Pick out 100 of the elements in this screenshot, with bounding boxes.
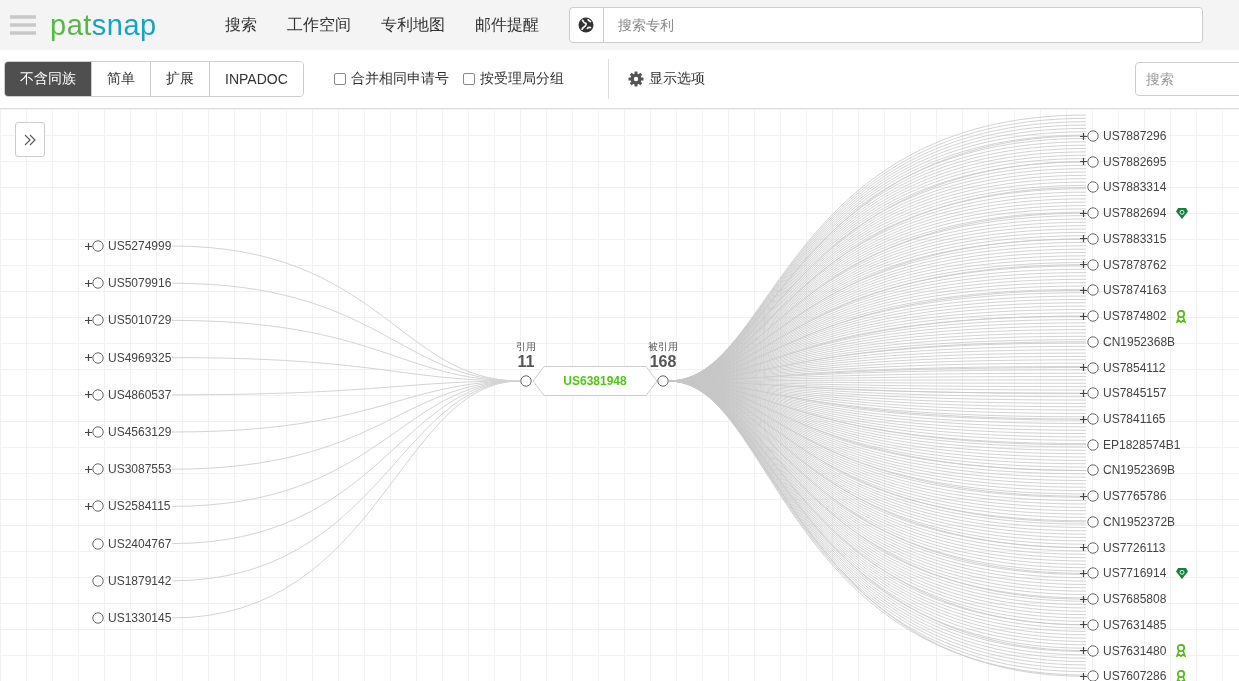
patent-number[interactable]: US7854112 (1103, 360, 1166, 375)
node-circle-icon[interactable] (1087, 387, 1099, 400)
patent-number[interactable]: US7685808 (1103, 592, 1167, 607)
expand-icon[interactable] (1080, 595, 1087, 603)
expand-icon[interactable] (1080, 621, 1087, 629)
patent-number[interactable]: US1330145 (108, 611, 172, 625)
node-circle-icon[interactable] (92, 388, 104, 401)
node-circle-icon[interactable] (92, 537, 104, 550)
patent-number[interactable]: US4563129 (108, 425, 172, 439)
node-circle-icon[interactable] (1087, 515, 1099, 528)
patent-number[interactable]: US2584115 (108, 499, 171, 514)
nav-link[interactable]: 搜索 (224, 14, 257, 36)
node-circle-icon[interactable] (92, 240, 104, 252)
patent-number[interactable]: US7874802 (1103, 309, 1167, 324)
node-circle-icon[interactable] (1087, 413, 1099, 425)
expand-icon[interactable] (1080, 132, 1087, 140)
patent-number[interactable]: CN1952368B (1103, 334, 1176, 349)
node-circle-icon[interactable] (92, 463, 104, 476)
node-circle-icon[interactable] (1087, 438, 1099, 451)
patent-number[interactable]: US7874163 (1103, 283, 1167, 298)
patent-number[interactable]: US1879142 (108, 573, 172, 588)
view-mode-tab[interactable]: INPADOC (209, 62, 303, 96)
expand-icon[interactable] (1080, 672, 1087, 680)
patent-number[interactable]: US7726113 (1103, 540, 1166, 555)
patent-number[interactable]: US4860537 (108, 387, 172, 402)
patent-number[interactable]: US5010729 (108, 313, 172, 328)
patent-number[interactable]: US7845157 (1103, 386, 1167, 401)
expand-icon[interactable] (1080, 389, 1087, 397)
patent-number[interactable]: US7883315 (1103, 231, 1167, 246)
node-circle-icon[interactable] (92, 574, 104, 587)
node-circle-icon[interactable] (1087, 618, 1099, 631)
node-circle-icon[interactable] (1087, 130, 1099, 142)
patent-number[interactable]: US5079916 (108, 276, 172, 291)
expand-icon[interactable] (1080, 286, 1087, 294)
expand-icon[interactable] (1080, 492, 1087, 500)
expand-icon[interactable] (1080, 209, 1087, 217)
display-options-button[interactable]: 显示选项 (627, 70, 705, 88)
expand-icon[interactable] (1080, 544, 1087, 552)
patent-number[interactable]: US7607286 (1103, 669, 1167, 681)
patent-number[interactable]: CN1952369B (1103, 463, 1176, 478)
node-circle-icon[interactable] (1087, 310, 1099, 323)
expand-icon[interactable] (85, 242, 92, 250)
graph-search-field[interactable]: 搜索 (1135, 62, 1239, 96)
node-circle-icon[interactable] (1087, 232, 1099, 245)
expand-icon[interactable] (1080, 235, 1087, 243)
globe-icon[interactable] (578, 17, 595, 33)
node-circle-icon[interactable] (1087, 644, 1099, 657)
patent-number[interactable]: US2404767 (108, 536, 172, 551)
expand-icon[interactable] (85, 391, 92, 399)
node-circle-icon[interactable] (1087, 593, 1099, 606)
node-circle-icon[interactable] (1087, 258, 1099, 271)
patent-number[interactable]: US3087553 (108, 462, 172, 477)
node-circle-icon[interactable] (520, 375, 532, 387)
patent-number[interactable]: US7631480 (1103, 643, 1167, 658)
expand-icon[interactable] (85, 465, 92, 473)
node-circle-icon[interactable] (1087, 207, 1099, 220)
node-circle-icon[interactable] (92, 351, 104, 364)
patent-number[interactable]: US7887296 (1103, 129, 1167, 143)
patent-number[interactable]: US7878762 (1103, 257, 1167, 272)
patent-number[interactable]: US7882695 (1103, 154, 1167, 169)
nav-link[interactable]: 专利地图 (380, 14, 445, 36)
nav-link[interactable]: 工作空间 (286, 14, 351, 36)
node-circle-icon[interactable] (1087, 361, 1099, 374)
node-circle-icon[interactable] (1087, 464, 1099, 477)
patent-number[interactable]: US7765786 (1103, 489, 1167, 504)
node-circle-icon[interactable] (92, 314, 104, 327)
patent-number[interactable]: EP1828574B1 (1103, 437, 1181, 452)
node-circle-icon[interactable] (1087, 155, 1099, 168)
node-circle-icon[interactable] (92, 426, 104, 438)
patent-number[interactable]: US4969325 (108, 350, 172, 365)
node-circle-icon[interactable] (1087, 541, 1099, 554)
patent-number[interactable]: US7882694 (1103, 206, 1167, 221)
node-circle-icon[interactable] (1087, 490, 1099, 503)
view-mode-tab[interactable]: 不含同族 (5, 62, 91, 96)
expand-icon[interactable] (1080, 647, 1087, 655)
patent-number[interactable]: US7716914 (1103, 566, 1167, 581)
node-circle-icon[interactable] (92, 612, 104, 624)
expand-icon[interactable] (85, 316, 92, 324)
nav-link[interactable]: 邮件提醒 (474, 14, 539, 36)
expand-icon[interactable] (1080, 312, 1087, 320)
patent-number[interactable]: US7841165 (1103, 412, 1166, 426)
expand-icon[interactable] (85, 502, 92, 510)
expand-icon[interactable] (1080, 569, 1087, 577)
patent-search-field[interactable]: 搜索专利 (568, 7, 1203, 43)
patent-number[interactable]: CN1952372B (1103, 514, 1176, 529)
node-circle-icon[interactable] (657, 375, 669, 387)
expand-icon[interactable] (1080, 415, 1087, 423)
expand-icon[interactable] (85, 428, 92, 436)
node-circle-icon[interactable] (92, 277, 104, 290)
checkbox[interactable] (462, 73, 475, 85)
node-circle-icon[interactable] (1087, 284, 1099, 297)
node-circle-icon[interactable] (1087, 181, 1099, 194)
patent-number[interactable]: US7883314 (1103, 180, 1167, 195)
expand-icon[interactable] (1080, 364, 1087, 372)
expand-icon[interactable] (85, 279, 92, 287)
node-circle-icon[interactable] (1087, 335, 1099, 348)
expand-icon[interactable] (85, 354, 92, 362)
checkbox[interactable] (333, 73, 346, 85)
expand-icon[interactable] (1080, 261, 1087, 269)
patent-number[interactable]: US5274999 (108, 239, 172, 253)
